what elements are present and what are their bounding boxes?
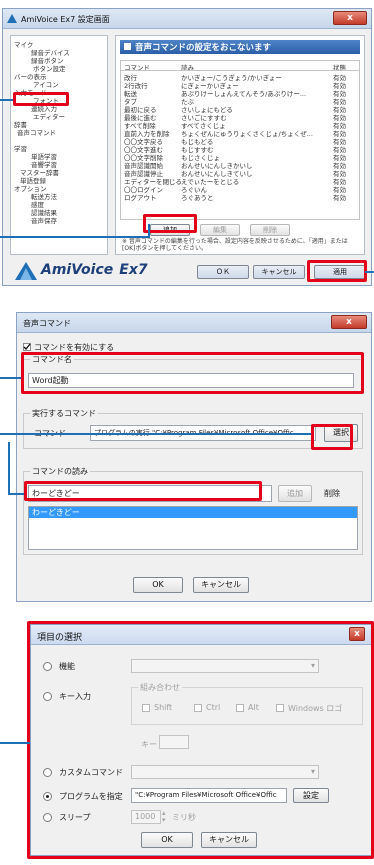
settings-titlebar: AmiVoice Ex7 設定画面 x [3, 9, 371, 29]
cancel-button[interactable]: キャンセル [193, 577, 249, 593]
reading-list: わーどきどー [28, 506, 358, 550]
settings-window: AmiVoice Ex7 設定画面 x マイク 録音デバイス 録音ボタン ボタン… [2, 8, 372, 286]
row-command[interactable]: ログアウト [124, 192, 157, 202]
callout-line [0, 433, 311, 435]
callout-line [148, 224, 150, 237]
edit-button[interactable]: 編集 [200, 224, 240, 236]
row-reading[interactable]: ろぐあうと [181, 192, 329, 202]
highlight-item-dialog [27, 621, 374, 859]
command-table: コマンド 読み 状態 改行 かいぎょー/こうぎょう/かいぎょー 有効 2行改行 … [120, 60, 360, 220]
highlight-reading-input [24, 481, 262, 501]
panel-header: 音声コマンドの設定をおこないます [120, 40, 360, 54]
row-status[interactable]: 有効 [333, 192, 346, 202]
close-icon[interactable]: x [331, 315, 367, 329]
reading-group-label: コマンドの読み [30, 466, 90, 477]
ok-button[interactable]: ＯＫ [197, 265, 249, 279]
tree-item[interactable]: 学習 [14, 143, 27, 153]
reading-add-button[interactable]: 追加 [278, 485, 312, 502]
voice-command-title: 音声コマンド [23, 319, 71, 328]
callout-line [0, 99, 13, 101]
close-icon[interactable]: x [333, 11, 367, 25]
tree-item[interactable]: 音声保存 [31, 215, 57, 225]
highlight-voice-command-item [13, 92, 69, 106]
cancel-button[interactable]: キャンセル [253, 265, 305, 279]
highlight-command-name [21, 352, 364, 394]
tree-item-voice-command[interactable]: 音声コマンド [17, 127, 56, 137]
reading-list-item[interactable]: わーどきどー [29, 507, 357, 518]
highlight-add-button [143, 214, 197, 233]
header-square-icon [124, 43, 131, 50]
callout-line [0, 742, 30, 744]
callout-line [0, 236, 150, 238]
logo-ex: Ex7 [119, 262, 148, 278]
settings-tree: マイク 録音デバイス 録音ボタン ボタン設定 バーの表示 アイコン 入力モード … [10, 35, 108, 255]
callout-line [8, 442, 10, 494]
logo-main: AmiVoice [41, 262, 114, 278]
settings-title: AmiVoice Ex7 設定画面 [21, 15, 110, 24]
highlight-select-button [311, 424, 353, 450]
tree-item[interactable]: エディター [33, 111, 65, 121]
callout-line [8, 493, 24, 495]
panel-header-text: 音声コマンドの設定をおこないます [135, 43, 272, 53]
app-icon [7, 14, 17, 23]
logo-text: AmiVoice Ex7 [41, 262, 148, 278]
edit-note: ※ 音声コマンドの編集を行った場合、設定内容を反映させるために、「適用」または[… [122, 238, 348, 252]
callout-line [0, 377, 21, 379]
reading-delete-button[interactable]: 削除 [324, 488, 340, 499]
callout-line [365, 271, 374, 273]
voice-command-titlebar: 音声コマンド x [17, 313, 371, 333]
logo-triangle-icon [15, 262, 37, 280]
delete-button[interactable]: 削除 [250, 224, 290, 236]
exec-command-group-label: 実行するコマンド [30, 408, 98, 419]
enable-command-checkbox[interactable] [23, 343, 31, 351]
header-divider [121, 70, 359, 71]
ok-button[interactable]: OK [133, 577, 183, 593]
highlight-apply-button [307, 260, 367, 282]
